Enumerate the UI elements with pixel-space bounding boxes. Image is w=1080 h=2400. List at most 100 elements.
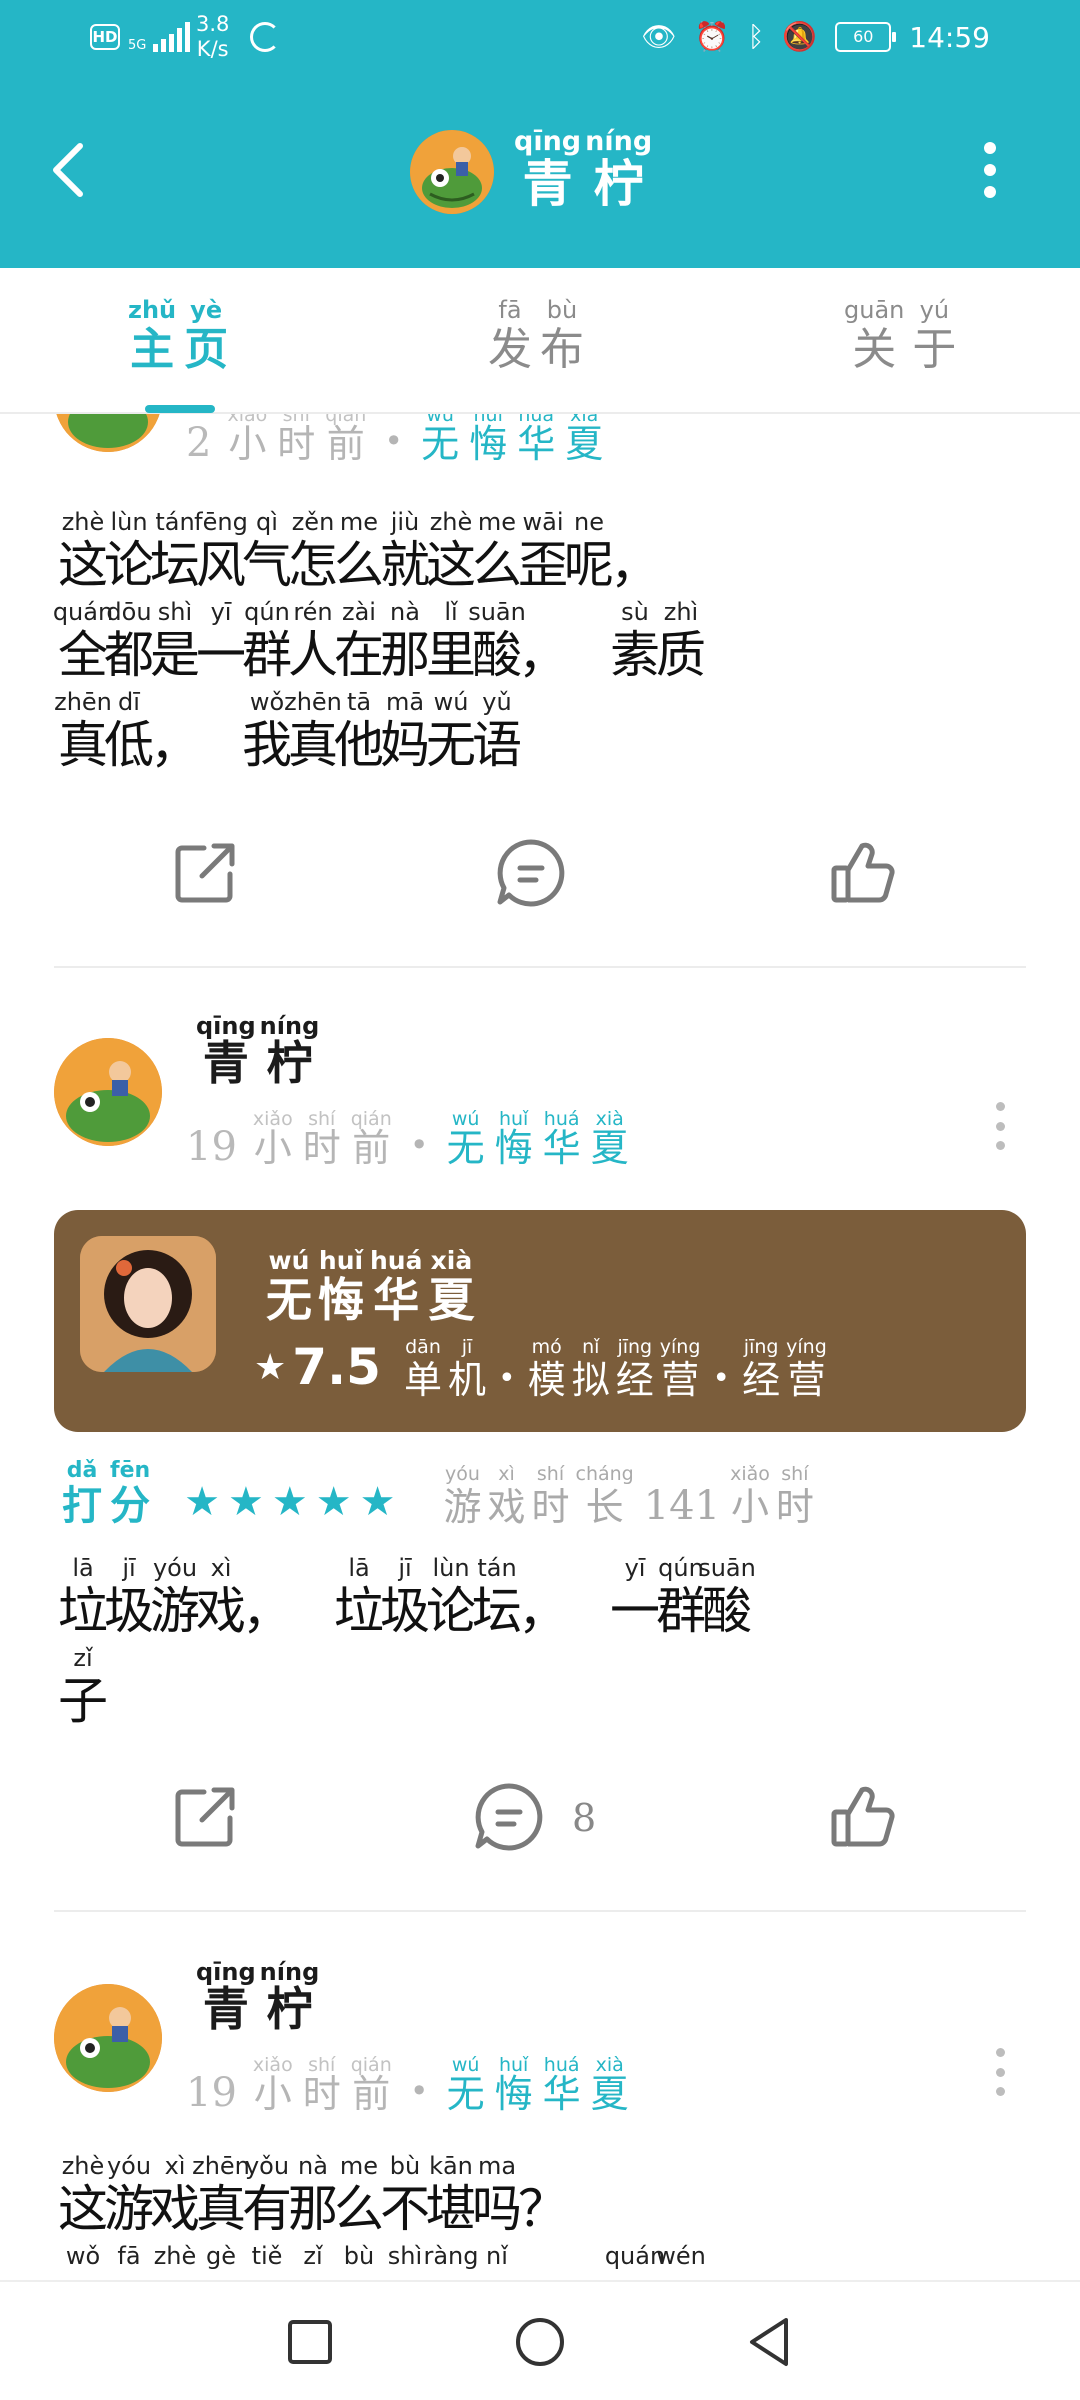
app-header: HD 5G 3.8 K/s 👁 ⏰ ᛒ 🔕 60 14:59 qīng 青 ní… — [0, 0, 1080, 268]
ruby-char: zěn 怎 — [288, 508, 338, 594]
text-line: lā 垃 jī 圾 yóu 游 xì 戏 ， lā 垃 jī 圾 lùn 论 tán 坛 ， yī 一 qún 群… — [58, 1554, 1020, 1640]
ruby-char: rén 人 — [288, 598, 338, 684]
post-meta: 2 xiǎo 小 shí 时 qián 前 • wú 无 huǐ 悔 huá 华 xià 夏 — [186, 414, 603, 463]
ruby-char: me 么 — [334, 508, 384, 594]
home-button[interactable] — [510, 2312, 570, 2372]
post-more-icon[interactable] — [990, 1102, 1010, 1150]
post-body[interactable]: zhè 这 lùn 论 tán 坛 fēng 风 qì 气 zěn 怎 me 么 jiù 就 zhè 这 me 么 wā… — [53, 508, 1020, 780]
post-more-icon[interactable] — [990, 2048, 1010, 2096]
ruby-char: wǒ 我 — [242, 688, 292, 774]
star-icon: ★ — [254, 1346, 287, 1388]
user-name[interactable]: qīng 青 níng 柠 — [196, 1960, 319, 2032]
like-icon[interactable] — [828, 838, 898, 908]
network-type: 5G — [128, 38, 147, 53]
ruby-char: ma 吗 — [472, 2152, 522, 2238]
tab-home[interactable]: zhǔ 主 yè 页 — [128, 298, 228, 372]
ruby-char: wén — [656, 2242, 706, 2270]
ruby-char: ， — [242, 1582, 292, 1640]
ruby-char: ， — [610, 536, 660, 594]
game-title: wú 无 huǐ 悔 huá 华 xià 夏 — [266, 1246, 475, 1327]
ruby-char: wāi 歪 — [518, 508, 568, 594]
ruby-char: zhè 这 — [58, 508, 108, 594]
ruby-char: yǒu 有 — [242, 2152, 292, 2238]
tab-about[interactable]: guān 关 yú 于 — [844, 298, 956, 372]
game-link[interactable]: wú 无 huǐ 悔 huá 华 xià 夏 — [447, 1110, 629, 1168]
text-line: quán 全 dōu 都 shì 是 yī 一 qún 群 rén 人 zài 在 nà 那 lǐ 里 suān 酸 … — [53, 598, 1020, 684]
star-icon: ★ — [359, 1479, 396, 1525]
tab-bar: zhǔ 主 yè 页 fā 发 bù 布 guān 关 yú 于 — [0, 268, 1080, 414]
ruby-char: dī 低 — [104, 688, 154, 774]
battery-icon: 60 — [835, 22, 897, 52]
ruby-char: zhēn 真 — [192, 2152, 250, 2238]
like-icon[interactable] — [828, 1782, 898, 1852]
game-tags: dān 单 jī 机 • mó 模 nǐ 拟 jīng 经 yíng 营 • jīng 经 y… — [404, 1336, 827, 1402]
ruby-char: zhēn 真 — [54, 688, 112, 774]
share-icon[interactable] — [170, 1782, 240, 1852]
ruby-char: qì 气 — [242, 508, 292, 594]
status-bar: HD 5G 3.8 K/s 👁 ⏰ ᛒ 🔕 60 14:59 — [0, 0, 1080, 80]
ruby-char: me 么 — [334, 2152, 384, 2238]
ruby-char: yī 一 — [610, 1554, 660, 1640]
ruby-char: zǐ — [303, 2242, 323, 2270]
header-avatar[interactable] — [410, 130, 494, 214]
comment-icon[interactable] — [496, 838, 566, 908]
ruby-char: wǒ — [65, 2242, 101, 2270]
avatar[interactable] — [54, 1984, 162, 2092]
ruby-char: jiù 就 — [380, 508, 430, 594]
ruby-char: yóu 游 — [150, 1554, 200, 1640]
ruby-char: zhì 质 — [656, 598, 706, 684]
ruby-char: wú 无 — [426, 688, 476, 774]
mute-icon: 🔕 — [782, 20, 818, 53]
signal-icon: 5G — [128, 20, 190, 52]
ruby-char: shì 是 — [150, 598, 200, 684]
ruby-char: ràng — [423, 2242, 479, 2270]
ruby-char: tā 他 — [334, 688, 384, 774]
game-link[interactable]: wú 无 huǐ 悔 huá 华 xià 夏 — [447, 2056, 629, 2114]
post-body[interactable]: lā 垃 jī 圾 yóu 游 xì 戏 ， lā 垃 jī 圾 lùn 论 tán 坛 ， yī 一 qún 群… — [58, 1554, 1020, 1736]
star-icon: ★ — [315, 1479, 352, 1525]
ruby-char: tán 坛 — [472, 1554, 522, 1640]
user-name[interactable]: qīng 青 níng 柠 — [196, 1014, 319, 1086]
ruby-char — [520, 2244, 566, 2280]
star-icon: ★ — [228, 1479, 264, 1525]
bluetooth-icon: ᛒ — [747, 20, 765, 53]
ruby-char: zhè — [153, 2242, 197, 2270]
more-options-icon[interactable] — [978, 142, 1002, 198]
game-card[interactable]: wú 无 huǐ 悔 huá 华 xià 夏 ★ 7.5 dān 单 jī 机 • mó 模 … — [54, 1210, 1026, 1432]
comment-count: 8 — [572, 1796, 597, 1840]
ruby-char: ？ — [518, 2180, 568, 2238]
ruby-char: zhēn 真 — [284, 688, 342, 774]
back-button[interactable] — [740, 2312, 800, 2372]
ruby-char: nǐ — [486, 2242, 508, 2270]
avatar[interactable] — [54, 414, 162, 452]
tab-publish[interactable]: fā 发 bù 布 — [488, 298, 584, 372]
ruby-char: tiě — [251, 2242, 283, 2270]
clock: 14:59 — [909, 20, 990, 54]
comment-icon[interactable] — [474, 1782, 544, 1852]
eye-icon: 👁 — [641, 20, 677, 53]
post-feed[interactable]: 2 xiǎo 小 shí 时 qián 前 • wú 无 huǐ 悔 huá 华 xià 夏 … — [0, 414, 1080, 2280]
avatar[interactable] — [54, 1038, 162, 1146]
ruby-char: zhè 这 — [426, 508, 476, 594]
page-title: qīng 青 níng 柠 — [514, 126, 653, 213]
ruby-char: shì — [387, 2242, 423, 2270]
text-line: zǐ 子 — [58, 1646, 1020, 1726]
rating-stars: ★ ★ ★ ★ ★ — [184, 1482, 395, 1522]
game-link[interactable]: wú 无 huǐ 悔 huá 华 xià 夏 — [421, 414, 603, 463]
post-actions: 8 — [0, 1782, 1080, 1872]
ruby-char: zài 在 — [334, 598, 384, 684]
text-line: zhēn 真 dī 低 ， wǒ 我 zhēn 真 tā 他 mā 妈 wú 无 yǔ 语 — [54, 688, 1020, 774]
recent-apps-button[interactable] — [280, 2312, 340, 2372]
ruby-char: fēng 风 — [194, 508, 248, 594]
share-icon[interactable] — [170, 838, 240, 908]
ruby-char: zhè 这 — [58, 2152, 108, 2238]
post-body[interactable]: zhè 这 yóu 游 xì 戏 zhēn 真 yǒu 有 nà 那 me 么 bù 不 kān 堪 ma 吗 ？ wǒ… — [58, 2152, 1020, 2280]
ruby-char: tán 坛 — [150, 508, 200, 594]
ruby-char: yī 一 — [196, 598, 246, 684]
ruby-char: suān 酸 — [468, 598, 526, 684]
ruby-char — [566, 1556, 612, 1636]
back-arrow-icon[interactable] — [48, 140, 88, 200]
active-tab-indicator — [145, 405, 215, 413]
ruby-char: nà 那 — [288, 2152, 338, 2238]
ruby-char: xì 戏 — [150, 2152, 200, 2238]
